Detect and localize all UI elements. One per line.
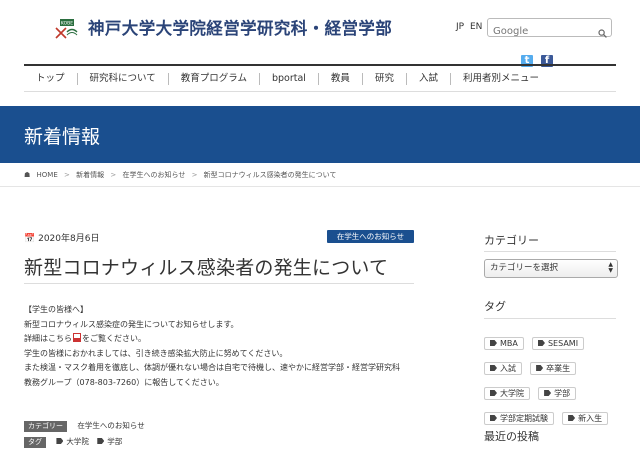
tag-label: タグ xyxy=(24,437,46,448)
breadcrumb-home[interactable]: HOME xyxy=(37,171,58,179)
nav-item-faculty[interactable]: 教員 xyxy=(317,72,362,85)
nav-item-education[interactable]: 教育プログラム xyxy=(167,72,259,85)
nav-item-top[interactable]: トップ xyxy=(24,73,77,85)
nav-item-admission[interactable]: 入試 xyxy=(405,72,450,85)
category-badge[interactable]: 在学生へのお知らせ xyxy=(327,230,414,243)
sidebar-divider xyxy=(484,251,616,252)
post-tag-row: タグ 大学院 学部 xyxy=(24,436,128,448)
tag-label: 大学院 xyxy=(500,389,524,398)
tag-icon xyxy=(536,365,544,371)
tag-label: 学部 xyxy=(554,389,571,398)
post-category-row: カテゴリー 在学生へのお知らせ xyxy=(24,420,145,432)
post-date: 📅 2020年8月6日 xyxy=(24,231,99,244)
body-text: をご覧ください。 xyxy=(82,334,146,343)
lang-en-link[interactable]: EN xyxy=(470,22,482,32)
tag-item[interactable]: SESAMI xyxy=(531,337,585,350)
tag-item[interactable]: 大学院 xyxy=(484,387,530,400)
body-line: また検温・マスク着用を徹底し、体調が優れない場合は自宅で待機し、速やかに経営学部… xyxy=(24,363,400,372)
category-select-value: カテゴリーを選択 xyxy=(490,263,559,273)
breadcrumb: ☗ HOME > 新着情報 > 在学生へのお知らせ > 新型コロナウィルス感染者… xyxy=(24,170,340,180)
tag-label: 入試 xyxy=(500,364,516,373)
tag-cloud: MBA SESAMI 入試 卒業生 大学院 学部 学部定期試験 新入生 xyxy=(484,331,618,431)
post-tag-label: 大学院 xyxy=(66,437,89,446)
body-line: 【学生の皆様へ】 xyxy=(24,305,88,314)
main-nav: トップ 研究科について 教育プログラム bportal 教員 研究 入試 利用者… xyxy=(24,64,616,92)
body-line: 詳細はこちら をご覧ください。 xyxy=(24,332,424,347)
category-label: カテゴリー xyxy=(24,421,67,432)
post-body: 【学生の皆様へ】 新型コロナウィルス感染症の発生についてお知らせします。 詳細は… xyxy=(24,303,424,390)
tag-label: SESAMI xyxy=(547,339,579,348)
nav-item-user-menu[interactable]: 利用者別メニュー xyxy=(449,72,551,85)
tag-icon xyxy=(97,438,105,444)
sidebar-recent-heading: 最近の投稿 xyxy=(484,430,539,443)
page-title: 新着情報 xyxy=(24,126,101,148)
search-input[interactable] xyxy=(493,23,593,40)
tag-item[interactable]: MBA xyxy=(484,337,524,350)
nav-item-about[interactable]: 研究科について xyxy=(76,72,168,85)
body-line: 教務グループ（078-803-7260）に報告してください。 xyxy=(24,377,224,387)
tag-icon xyxy=(544,390,552,396)
tag-item[interactable]: 入試 xyxy=(484,362,522,375)
sidebar-tag-heading: タグ xyxy=(484,300,506,313)
breadcrumb-current: 新型コロナウィルス感染者の発生について xyxy=(203,171,337,179)
logo-text: KOBE xyxy=(61,21,73,27)
post-tag-label: 学部 xyxy=(107,437,123,446)
category-link[interactable]: 在学生へのお知らせ xyxy=(77,421,144,430)
post-date-text: 2020年8月6日 xyxy=(38,234,100,244)
pdf-icon[interactable] xyxy=(73,333,81,342)
body-line: 学生の皆様におかれましては、引き続き感染拡大防止に努めてください。 xyxy=(24,348,288,358)
tag-icon xyxy=(537,340,545,346)
tag-icon xyxy=(490,415,497,421)
sidebar-divider xyxy=(484,318,616,319)
title-divider xyxy=(24,283,414,284)
tag-label: MBA xyxy=(500,339,518,348)
breadcrumb-news[interactable]: 新着情報 xyxy=(76,171,104,179)
nav-item-research[interactable]: 研究 xyxy=(361,72,406,85)
tag-icon xyxy=(568,415,576,421)
site-title[interactable]: 神戸大学大学院経営学研究科・経営学部 xyxy=(88,15,392,39)
breadcrumb-students[interactable]: 在学生へのお知らせ xyxy=(122,171,185,179)
breadcrumb-separator: > xyxy=(64,171,70,179)
tag-label: 学部定期試験 xyxy=(500,414,548,423)
site-header: KOBE 神戸大学大学院経営学研究科・経営学部 JP EN t f xyxy=(0,0,640,67)
tag-label: 卒業生 xyxy=(546,364,571,373)
home-icon: ☗ xyxy=(24,171,31,179)
language-switch: JP EN xyxy=(456,22,485,32)
post-title: 新型コロナウィルス感染者の発生について xyxy=(24,257,389,279)
search-box xyxy=(487,18,612,40)
tag-icon xyxy=(490,390,497,396)
kobe-logo-icon[interactable]: KOBE xyxy=(54,16,78,40)
tag-icon xyxy=(490,340,497,346)
tag-item[interactable]: 学部 xyxy=(538,387,577,400)
lang-jp-link[interactable]: JP xyxy=(456,22,464,32)
tag-item[interactable]: 卒業生 xyxy=(530,362,577,375)
tag-label: 新入生 xyxy=(578,414,603,423)
breadcrumb-separator: > xyxy=(191,171,198,179)
body-line: 新型コロナウィルス感染症の発生についてお知らせします。 xyxy=(24,319,239,329)
tag-icon xyxy=(490,365,497,371)
details-link[interactable]: 詳細はこちら xyxy=(24,334,72,343)
tag-item[interactable]: 新入生 xyxy=(562,412,609,425)
nav-item-bportal[interactable]: bportal xyxy=(258,72,318,85)
select-arrows-icon: ▲ ▼ xyxy=(608,261,613,274)
post-tag[interactable]: 大学院 xyxy=(56,437,89,446)
sidebar-category-heading: カテゴリー xyxy=(484,234,539,247)
breadcrumb-separator: > xyxy=(110,171,117,179)
breadcrumb-divider xyxy=(0,186,640,187)
page-banner: 新着情報 xyxy=(0,106,640,163)
tag-icon xyxy=(56,438,64,444)
category-select[interactable]: カテゴリーを選択 ▲ ▼ xyxy=(484,259,618,278)
search-icon[interactable] xyxy=(598,23,607,38)
calendar-icon: 📅 xyxy=(24,234,36,244)
tag-item[interactable]: 学部定期試験 xyxy=(484,412,554,425)
post-tag[interactable]: 学部 xyxy=(97,437,122,446)
